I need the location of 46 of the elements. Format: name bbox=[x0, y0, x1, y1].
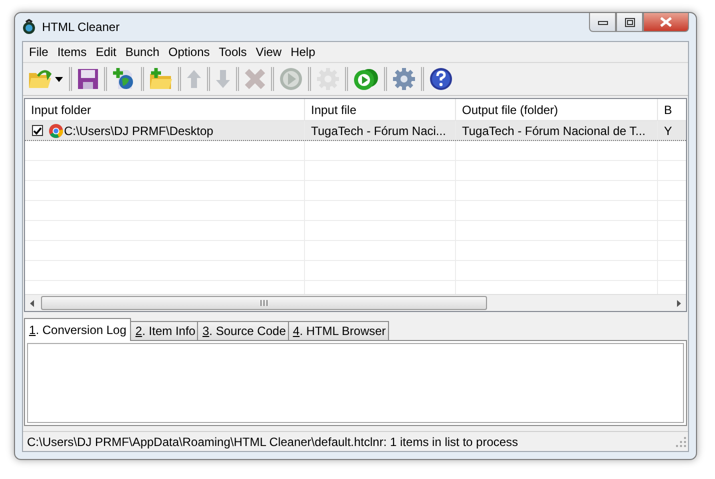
menu-item[interactable]: Items bbox=[53, 45, 92, 59]
table-cell: TugaTech - Fórum Naci... bbox=[311, 124, 446, 138]
scroll-thumb[interactable] bbox=[41, 296, 487, 310]
table-row[interactable]: C:\Users\DJ PRMF\Desktop TugaTech - Fórum Naci... TugaTech - Fórum Nacional de T... Y bbox=[25, 121, 686, 141]
folder-icon bbox=[28, 68, 52, 90]
checkbox[interactable] bbox=[32, 125, 43, 136]
app-icon bbox=[22, 19, 36, 35]
window-title: HTML Cleaner bbox=[42, 20, 120, 34]
menu-item[interactable]: View bbox=[252, 45, 287, 59]
close-icon bbox=[660, 17, 672, 27]
menu-item[interactable]: Help bbox=[286, 45, 320, 59]
up-arrow-icon bbox=[186, 69, 202, 89]
table-cell: C:\Users\DJ PRMF\Desktop bbox=[64, 124, 214, 138]
tab[interactable]: 2. Item Info bbox=[130, 321, 198, 340]
add-folder-icon bbox=[149, 68, 173, 90]
maximize-icon bbox=[624, 18, 634, 26]
down-arrow-icon bbox=[215, 69, 231, 89]
resize-grip-icon[interactable] bbox=[676, 436, 686, 446]
help-icon bbox=[429, 67, 453, 91]
menu-item[interactable]: Edit bbox=[92, 45, 122, 59]
menu-item[interactable]: File bbox=[25, 45, 54, 59]
tab[interactable]: 3. Source Code bbox=[197, 321, 289, 340]
caret-icon bbox=[55, 76, 63, 82]
table-cell: TugaTech - Fórum Nacional de T... bbox=[462, 124, 646, 138]
column-header[interactable]: Input file bbox=[305, 99, 456, 120]
play-icon bbox=[279, 67, 303, 91]
column-header[interactable]: B bbox=[658, 99, 686, 120]
horizontal-scrollbar[interactable] bbox=[25, 294, 686, 311]
delete-icon bbox=[244, 68, 266, 90]
gear-icon bbox=[392, 67, 416, 91]
close-button[interactable] bbox=[643, 13, 689, 32]
status-text: C:\Users\DJ PRMF\AppData\Roaming\HTML Cleaner\default.htclnr: 1 items in list to process bbox=[27, 434, 518, 448]
browser-icon bbox=[49, 124, 63, 138]
menu-item[interactable]: Options bbox=[164, 45, 215, 59]
table-cell: Y bbox=[664, 124, 672, 138]
menu-item[interactable]: Bunch bbox=[121, 45, 164, 59]
maximize-button[interactable] bbox=[616, 13, 643, 32]
tab[interactable]: 1. Conversion Log bbox=[24, 318, 132, 341]
play-icon bbox=[353, 67, 379, 91]
add-globe-icon bbox=[112, 67, 136, 91]
minimize-icon bbox=[598, 19, 608, 25]
column-header[interactable]: Output file (folder) bbox=[456, 99, 658, 120]
tab[interactable]: 4. HTML Browser bbox=[288, 321, 389, 340]
menu-item[interactable]: Tools bbox=[214, 45, 252, 59]
column-header[interactable]: Input folder bbox=[25, 99, 305, 120]
minimize-button[interactable] bbox=[589, 13, 616, 32]
